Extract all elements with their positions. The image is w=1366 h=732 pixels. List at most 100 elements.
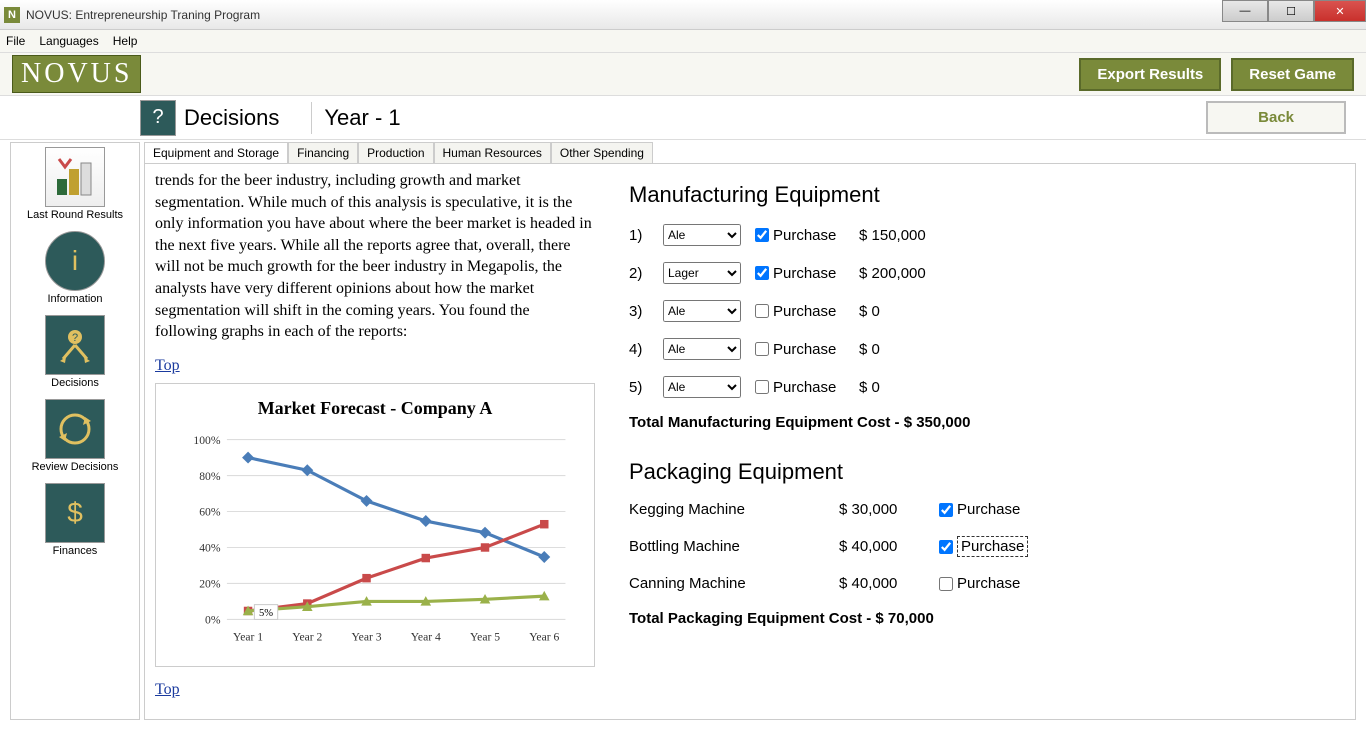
purchase-checkbox[interactable] — [755, 380, 769, 394]
decisions-icon: ? — [140, 100, 176, 136]
svg-text:Year 1: Year 1 — [233, 630, 263, 643]
menu-languages[interactable]: Languages — [39, 34, 98, 48]
packaging-purchase-label[interactable]: Purchase — [939, 501, 1020, 518]
export-results-button[interactable]: Export Results — [1079, 58, 1221, 91]
sidebar-item-label: Review Decisions — [32, 461, 119, 473]
svg-text:60%: 60% — [199, 505, 221, 518]
maximize-button[interactable]: ☐ — [1268, 0, 1314, 22]
tab-equipment-storage[interactable]: Equipment and Storage — [144, 142, 288, 163]
packaging-purchase-checkbox[interactable] — [939, 540, 953, 554]
svg-text:Year 6: Year 6 — [529, 630, 559, 643]
manufacturing-total: Total Manufacturing Equipment Cost - $ 3… — [629, 414, 1331, 431]
tab-human-resources[interactable]: Human Resources — [434, 142, 551, 163]
svg-text:100%: 100% — [193, 434, 220, 447]
packaging-heading: Packaging Equipment — [629, 459, 1331, 485]
divider — [311, 102, 312, 134]
packaging-row: Canning Machine $ 40,000 Purchase — [629, 575, 1331, 592]
row-number: 5) — [629, 379, 649, 396]
section-bar: ? Decisions Year - 1 Back — [0, 96, 1366, 140]
bar-chart-icon — [45, 147, 105, 207]
packaging-name: Bottling Machine — [629, 538, 839, 555]
purchase-checkbox[interactable] — [755, 228, 769, 242]
sidebar-item-finances[interactable]: $ Finances — [45, 483, 105, 557]
packaging-row: Bottling Machine $ 40,000 Purchase — [629, 536, 1331, 557]
purchase-label: Purchase — [773, 227, 836, 244]
logo: NOVUS — [12, 55, 141, 93]
svg-text:20%: 20% — [199, 577, 221, 590]
manufacturing-heading: Manufacturing Equipment — [629, 182, 1331, 208]
purchase-checkbox-label[interactable]: Purchase — [755, 265, 845, 282]
packaging-purchase-label[interactable]: Purchase — [939, 536, 1028, 557]
menu-help[interactable]: Help — [113, 34, 138, 48]
purchase-checkbox-label[interactable]: Purchase — [755, 303, 845, 320]
svg-text:Year 4: Year 4 — [411, 630, 441, 643]
purchase-label: Purchase — [773, 379, 836, 396]
equipment-cost: $ 200,000 — [859, 265, 959, 282]
purchase-checkbox-label[interactable]: Purchase — [755, 341, 845, 358]
sidebar-item-label: Finances — [53, 545, 98, 557]
manufacturing-row: 2) Lager Purchase $ 200,000 — [629, 262, 1331, 284]
sidebar-item-decisions[interactable]: ? Decisions — [45, 315, 105, 389]
manufacturing-row: 1) Ale Purchase $ 150,000 — [629, 224, 1331, 246]
equipment-panel[interactable]: Manufacturing Equipment 1) Ale Purchase … — [605, 164, 1355, 719]
purchase-label: Purchase — [773, 341, 836, 358]
page-title: Decisions — [184, 105, 279, 131]
sidebar-item-information[interactable]: i Information — [45, 231, 105, 305]
equipment-cost: $ 0 — [859, 303, 959, 320]
tabs: Equipment and Storage Financing Producti… — [144, 142, 1356, 163]
equipment-type-select[interactable]: Ale — [663, 376, 741, 398]
sidebar-item-review-decisions[interactable]: Review Decisions — [32, 399, 119, 473]
packaging-row: Kegging Machine $ 30,000 Purchase — [629, 501, 1331, 518]
reset-game-button[interactable]: Reset Game — [1231, 58, 1354, 91]
tab-body: trends for the beer industry, including … — [144, 163, 1356, 720]
sidebar-item-label: Last Round Results — [27, 209, 123, 221]
cycle-icon — [45, 399, 105, 459]
top-link[interactable]: Top — [155, 357, 180, 375]
close-button[interactable]: ✕ — [1314, 0, 1366, 22]
svg-text:?: ? — [72, 332, 78, 344]
top-link-2[interactable]: Top — [155, 681, 180, 699]
market-forecast-chart: Market Forecast - Company A — [155, 383, 595, 667]
purchase-label: Purchase — [957, 536, 1028, 557]
equipment-cost: $ 0 — [859, 379, 959, 396]
menu-bar: File Languages Help — [0, 30, 1366, 52]
purchase-checkbox-label[interactable]: Purchase — [755, 227, 845, 244]
packaging-cost: $ 30,000 — [839, 501, 939, 518]
row-number: 3) — [629, 303, 649, 320]
tab-financing[interactable]: Financing — [288, 142, 358, 163]
sidebar: Last Round Results i Information ? Decis… — [10, 142, 140, 720]
packaging-purchase-label[interactable]: Purchase — [939, 575, 1020, 592]
packaging-cost: $ 40,000 — [839, 538, 939, 555]
purchase-label: Purchase — [773, 265, 836, 282]
tab-other-spending[interactable]: Other Spending — [551, 142, 653, 163]
packaging-name: Canning Machine — [629, 575, 839, 592]
packaging-name: Kegging Machine — [629, 501, 839, 518]
sidebar-item-last-round-results[interactable]: Last Round Results — [27, 147, 123, 221]
row-number: 1) — [629, 227, 649, 244]
equipment-type-select[interactable]: Ale — [663, 338, 741, 360]
equipment-type-select[interactable]: Ale — [663, 300, 741, 322]
packaging-total: Total Packaging Equipment Cost - $ 70,00… — [629, 610, 1331, 627]
narrative-text: trends for the beer industry, including … — [155, 170, 595, 343]
purchase-checkbox[interactable] — [755, 342, 769, 356]
tab-production[interactable]: Production — [358, 142, 433, 163]
purchase-checkbox[interactable] — [755, 266, 769, 280]
packaging-cost: $ 40,000 — [839, 575, 939, 592]
equipment-type-select[interactable]: Ale — [663, 224, 741, 246]
back-button[interactable]: Back — [1206, 101, 1346, 134]
manufacturing-row: 3) Ale Purchase $ 0 — [629, 300, 1331, 322]
sidebar-item-label: Decisions — [51, 377, 99, 389]
purchase-checkbox-label[interactable]: Purchase — [755, 379, 845, 396]
menu-file[interactable]: File — [6, 34, 25, 48]
content: Equipment and Storage Financing Producti… — [144, 142, 1356, 720]
title-bar: N NOVUS: Entrepreneurship Traning Progra… — [0, 0, 1366, 30]
packaging-purchase-checkbox[interactable] — [939, 577, 953, 591]
equipment-type-select[interactable]: Lager — [663, 262, 741, 284]
svg-text:40%: 40% — [199, 541, 221, 554]
minimize-button[interactable]: — — [1222, 0, 1268, 22]
packaging-purchase-checkbox[interactable] — [939, 503, 953, 517]
svg-text:80%: 80% — [199, 470, 221, 483]
narrative-panel[interactable]: trends for the beer industry, including … — [145, 164, 605, 719]
purchase-checkbox[interactable] — [755, 304, 769, 318]
purchase-label: Purchase — [957, 575, 1020, 592]
